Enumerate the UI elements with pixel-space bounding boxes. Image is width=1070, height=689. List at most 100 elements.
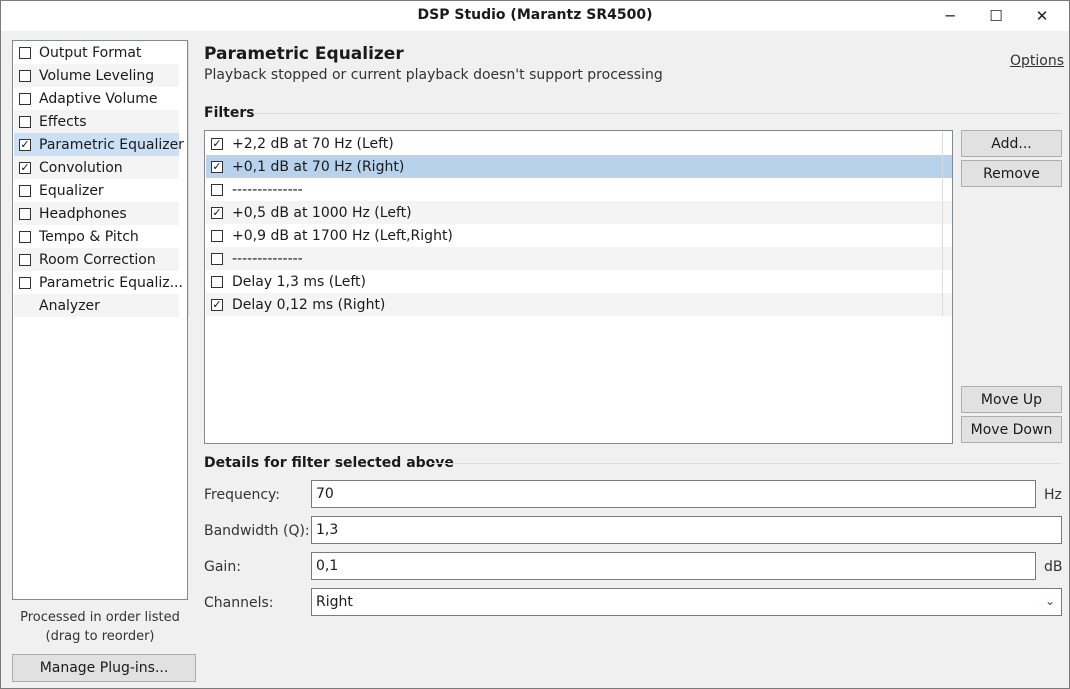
gain-unit: dB: [1044, 559, 1063, 575]
module-label: Parametric Equaliz...: [39, 274, 183, 291]
filter-label: Delay 0,12 ms (Right): [232, 296, 386, 313]
minimize-icon: ─: [945, 7, 955, 25]
module-item[interactable]: Parametric Equaliz...: [14, 271, 183, 294]
minimize-button[interactable]: ─: [927, 1, 973, 31]
filter-row[interactable]: ✓ +0,1 dB at 70 Hz (Right): [206, 155, 952, 178]
add-filter-button[interactable]: Add...: [961, 130, 1062, 157]
unchecked-checkbox-icon[interactable]: [19, 276, 31, 289]
order-hint-line1: Processed in order listed: [20, 610, 180, 625]
filter-label: Delay 1,3 ms (Left): [232, 273, 366, 290]
module-item[interactable]: ✓ Parametric Equalizer: [14, 133, 184, 156]
filter-row[interactable]: ✓ +2,2 dB at 70 Hz (Left): [206, 132, 952, 155]
playback-status: Playback stopped or current playback doe…: [204, 67, 663, 83]
window-title: DSP Studio (Marantz SR4500): [417, 7, 653, 23]
filter-label: --------------: [232, 250, 303, 267]
close-icon: ✕: [1035, 7, 1049, 25]
unchecked-checkbox-icon[interactable]: [19, 253, 31, 266]
gain-value: 0,1: [316, 558, 339, 574]
list-column-divider: [188, 41, 189, 317]
unchecked-checkbox-icon[interactable]: [19, 230, 31, 243]
move-down-button[interactable]: Move Down: [961, 416, 1062, 443]
order-hint-line2: (drag to reorder): [45, 629, 155, 644]
details-divider: [429, 463, 1061, 464]
filters-heading: Filters: [204, 105, 255, 121]
module-item[interactable]: Effects: [14, 110, 179, 133]
filter-label: +0,1 dB at 70 Hz (Right): [232, 158, 405, 175]
filter-row[interactable]: ✓ +0,5 dB at 1000 Hz (Left): [206, 201, 952, 224]
module-item[interactable]: Equalizer: [14, 179, 179, 202]
filter-label: +2,2 dB at 70 Hz (Left): [232, 135, 394, 152]
checked-checkbox-icon[interactable]: ✓: [211, 160, 223, 173]
filter-row[interactable]: +0,9 dB at 1700 Hz (Left,Right): [206, 224, 952, 247]
manage-plugins-button[interactable]: Manage Plug-ins...: [12, 654, 196, 682]
details-heading: Details for filter selected above: [204, 455, 454, 471]
filter-row[interactable]: Delay 1,3 ms (Left): [206, 270, 952, 293]
title-bar: DSP Studio (Marantz SR4500) ─ ☐ ✕: [1, 1, 1069, 31]
unchecked-checkbox-icon[interactable]: [19, 184, 31, 197]
channels-value: Right: [316, 594, 353, 610]
unchecked-checkbox-icon[interactable]: [211, 183, 223, 196]
module-label: Effects: [39, 113, 87, 130]
checked-checkbox-icon[interactable]: ✓: [211, 206, 223, 219]
unchecked-checkbox-icon[interactable]: [19, 115, 31, 128]
checked-checkbox-icon[interactable]: ✓: [211, 298, 223, 311]
checkbox-spacer: [19, 300, 31, 312]
order-hint: Processed in order listed (drag to reord…: [12, 608, 188, 646]
module-label: Convolution: [39, 159, 123, 176]
module-label: Equalizer: [39, 182, 104, 199]
filter-row[interactable]: ✓ Delay 0,12 ms (Right): [206, 293, 952, 316]
maximize-button[interactable]: ☐: [973, 1, 1019, 31]
bandwidth-field[interactable]: 1,3: [311, 516, 1062, 544]
gain-field[interactable]: 0,1: [311, 552, 1036, 580]
filter-row[interactable]: --------------: [206, 247, 952, 270]
module-item[interactable]: Room Correction: [14, 248, 179, 271]
module-item[interactable]: Tempo & Pitch: [14, 225, 179, 248]
module-item[interactable]: Headphones: [14, 202, 179, 225]
module-label: Volume Leveling: [39, 67, 155, 84]
unchecked-checkbox-icon[interactable]: [19, 207, 31, 220]
frequency-unit: Hz: [1044, 487, 1062, 503]
gain-label: Gain:: [204, 559, 241, 575]
module-label: Tempo & Pitch: [39, 228, 139, 245]
frequency-label: Frequency:: [204, 487, 281, 503]
filter-label: --------------: [232, 181, 303, 198]
unchecked-checkbox-icon[interactable]: [19, 92, 31, 105]
module-label: Parametric Equalizer: [39, 136, 184, 153]
frequency-value: 70: [316, 486, 334, 502]
module-item[interactable]: Output Format: [14, 41, 179, 64]
unchecked-checkbox-icon[interactable]: [19, 69, 31, 82]
move-up-button[interactable]: Move Up: [961, 386, 1062, 413]
channels-label: Channels:: [204, 595, 274, 611]
module-item[interactable]: Adaptive Volume: [14, 87, 179, 110]
module-item[interactable]: ✓ Convolution: [14, 156, 179, 179]
module-item[interactable]: Analyzer: [14, 294, 179, 317]
checked-checkbox-icon[interactable]: ✓: [211, 137, 223, 150]
module-label: Adaptive Volume: [39, 90, 158, 107]
dsp-module-list[interactable]: Output Format Volume Leveling Adaptive Vol…: [12, 40, 189, 600]
chevron-down-icon: ⌄: [1044, 594, 1055, 608]
unchecked-checkbox-icon[interactable]: [211, 252, 223, 265]
page-title: Parametric Equalizer: [204, 44, 404, 64]
module-label: Analyzer: [39, 297, 100, 314]
module-item[interactable]: Volume Leveling: [14, 64, 179, 87]
filter-row[interactable]: --------------: [206, 178, 952, 201]
channels-select[interactable]: Right ⌄: [311, 588, 1062, 616]
remove-filter-button[interactable]: Remove: [961, 160, 1062, 187]
unchecked-checkbox-icon[interactable]: [211, 229, 223, 242]
filter-label: +0,5 dB at 1000 Hz (Left): [232, 204, 412, 221]
unchecked-checkbox-icon[interactable]: [19, 46, 31, 59]
unchecked-checkbox-icon[interactable]: [211, 275, 223, 288]
close-button[interactable]: ✕: [1019, 1, 1065, 31]
bandwidth-value: 1,3: [316, 522, 339, 538]
list-column-divider: [942, 131, 943, 316]
frequency-field[interactable]: 70: [311, 480, 1036, 508]
maximize-icon: ☐: [989, 7, 1003, 25]
filter-label: +0,9 dB at 1700 Hz (Left,Right): [232, 227, 453, 244]
filters-divider: [253, 113, 1061, 114]
options-link[interactable]: Options: [1010, 53, 1064, 69]
filters-list[interactable]: ✓ +2,2 dB at 70 Hz (Left) ✓ +0,1 dB at 70 H…: [204, 130, 953, 444]
bandwidth-label: Bandwidth (Q):: [204, 523, 310, 539]
module-label: Output Format: [39, 44, 142, 61]
checked-checkbox-icon[interactable]: ✓: [19, 161, 31, 174]
checked-checkbox-icon[interactable]: ✓: [19, 138, 31, 151]
